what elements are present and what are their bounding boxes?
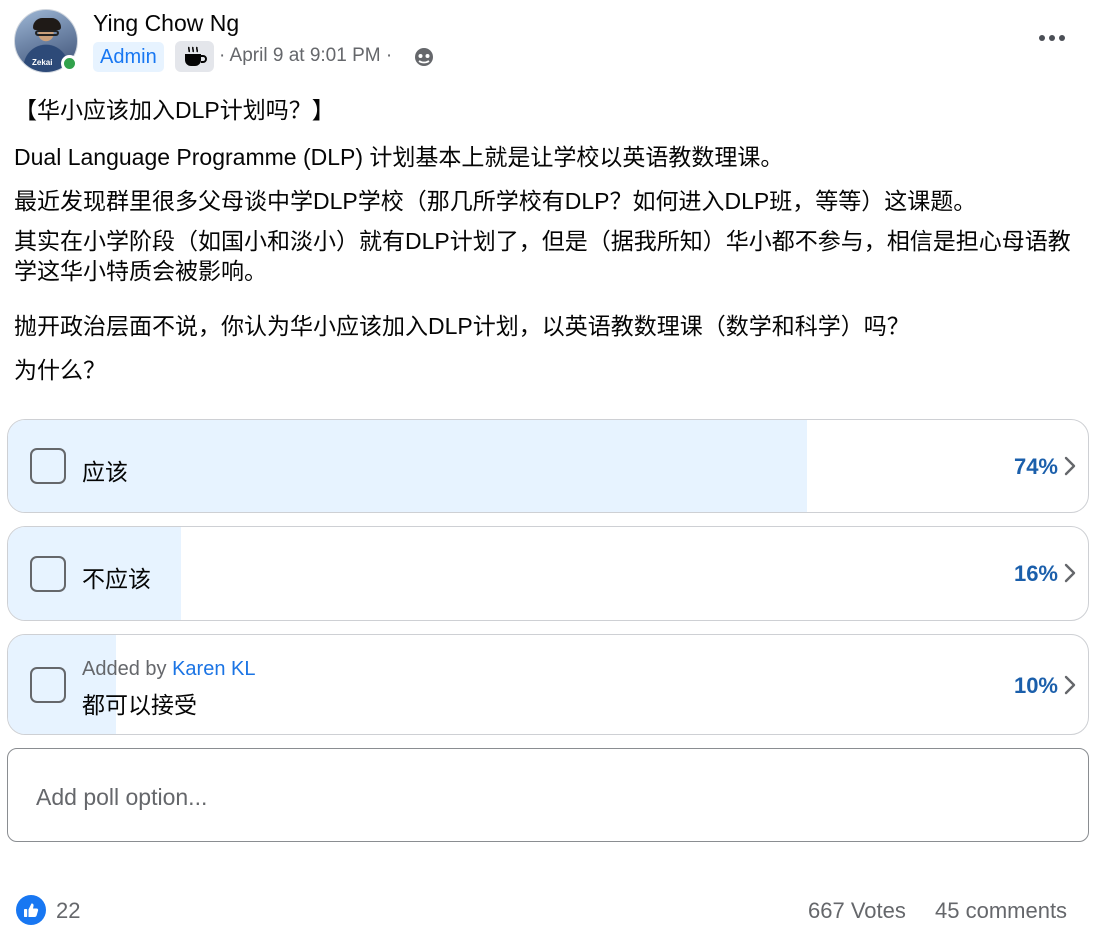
chevron-right-icon[interactable] [1064, 563, 1076, 588]
poll-option-percent[interactable]: 16% [1014, 561, 1058, 587]
chevron-right-icon[interactable] [1064, 456, 1076, 481]
added-by-prefix: Added by [82, 658, 167, 680]
coffee-cup-icon[interactable] [175, 41, 214, 72]
post-text-paragraph-3: 其实在小学阶段（如国小和淡小）就有DLP计划了，但是（据我所知）华小都不参与，相… [14, 228, 1071, 284]
add-poll-option-input[interactable] [34, 777, 1038, 817]
post-text-line-4: 抛开政治层面不说，你认为华小应该加入DLP计划，以英语教数理课（数学和科学）吗？ [14, 313, 910, 339]
post-timestamp[interactable]: · April 9 at 9:01 PM · [219, 45, 392, 67]
post-text-line-2: 最近发现群里很多父母谈中学DLP学校（那几所学校有DLP？如何进入DLP班，等等… [14, 188, 977, 214]
added-by-user[interactable]: Karen KL [172, 658, 255, 680]
like-icon[interactable] [16, 895, 46, 925]
poll-option-1[interactable]: 应该 74% [7, 419, 1089, 513]
admin-badge[interactable]: Admin [93, 42, 164, 72]
poll-option-2[interactable]: 不应该 16% [7, 526, 1089, 621]
more-options-icon[interactable] [1032, 25, 1072, 51]
avatar-hair [33, 18, 61, 30]
poll-option-percent[interactable]: 74% [1014, 454, 1058, 480]
online-status-icon [61, 55, 78, 72]
poll-option-label: 不应该 [82, 566, 151, 592]
poll-option-label: 都可以接受 [82, 692, 197, 718]
avatar-shirt-text: Zekai [32, 58, 53, 67]
add-poll-option-box[interactable] [7, 748, 1089, 842]
poll-option-added-by: Added by Karen KL [82, 658, 255, 681]
comments-count[interactable]: 45 comments [935, 898, 1067, 924]
votes-count[interactable]: 667 Votes [808, 898, 906, 924]
like-count[interactable]: 22 [56, 898, 80, 924]
post-text-line-5: 为什么？ [14, 357, 106, 383]
globe-icon[interactable] [413, 46, 435, 73]
poll-option-3[interactable]: Added by Karen KL 都可以接受 10% [7, 634, 1089, 735]
poll-option-label: 应该 [82, 459, 128, 485]
poll-checkbox[interactable] [30, 448, 66, 484]
poll-option-percent[interactable]: 10% [1014, 673, 1058, 699]
chevron-right-icon[interactable] [1064, 675, 1076, 700]
avatar-glasses [35, 30, 59, 36]
author-name[interactable]: Ying Chow Ng [93, 10, 239, 37]
poll-checkbox[interactable] [30, 556, 66, 592]
poll-checkbox[interactable] [30, 667, 66, 703]
post-text-line-1: Dual Language Programme (DLP) 计划基本上就是让学校… [14, 144, 784, 170]
post-title-line: 【华小应该加入DLP计划吗？】 [14, 97, 335, 123]
